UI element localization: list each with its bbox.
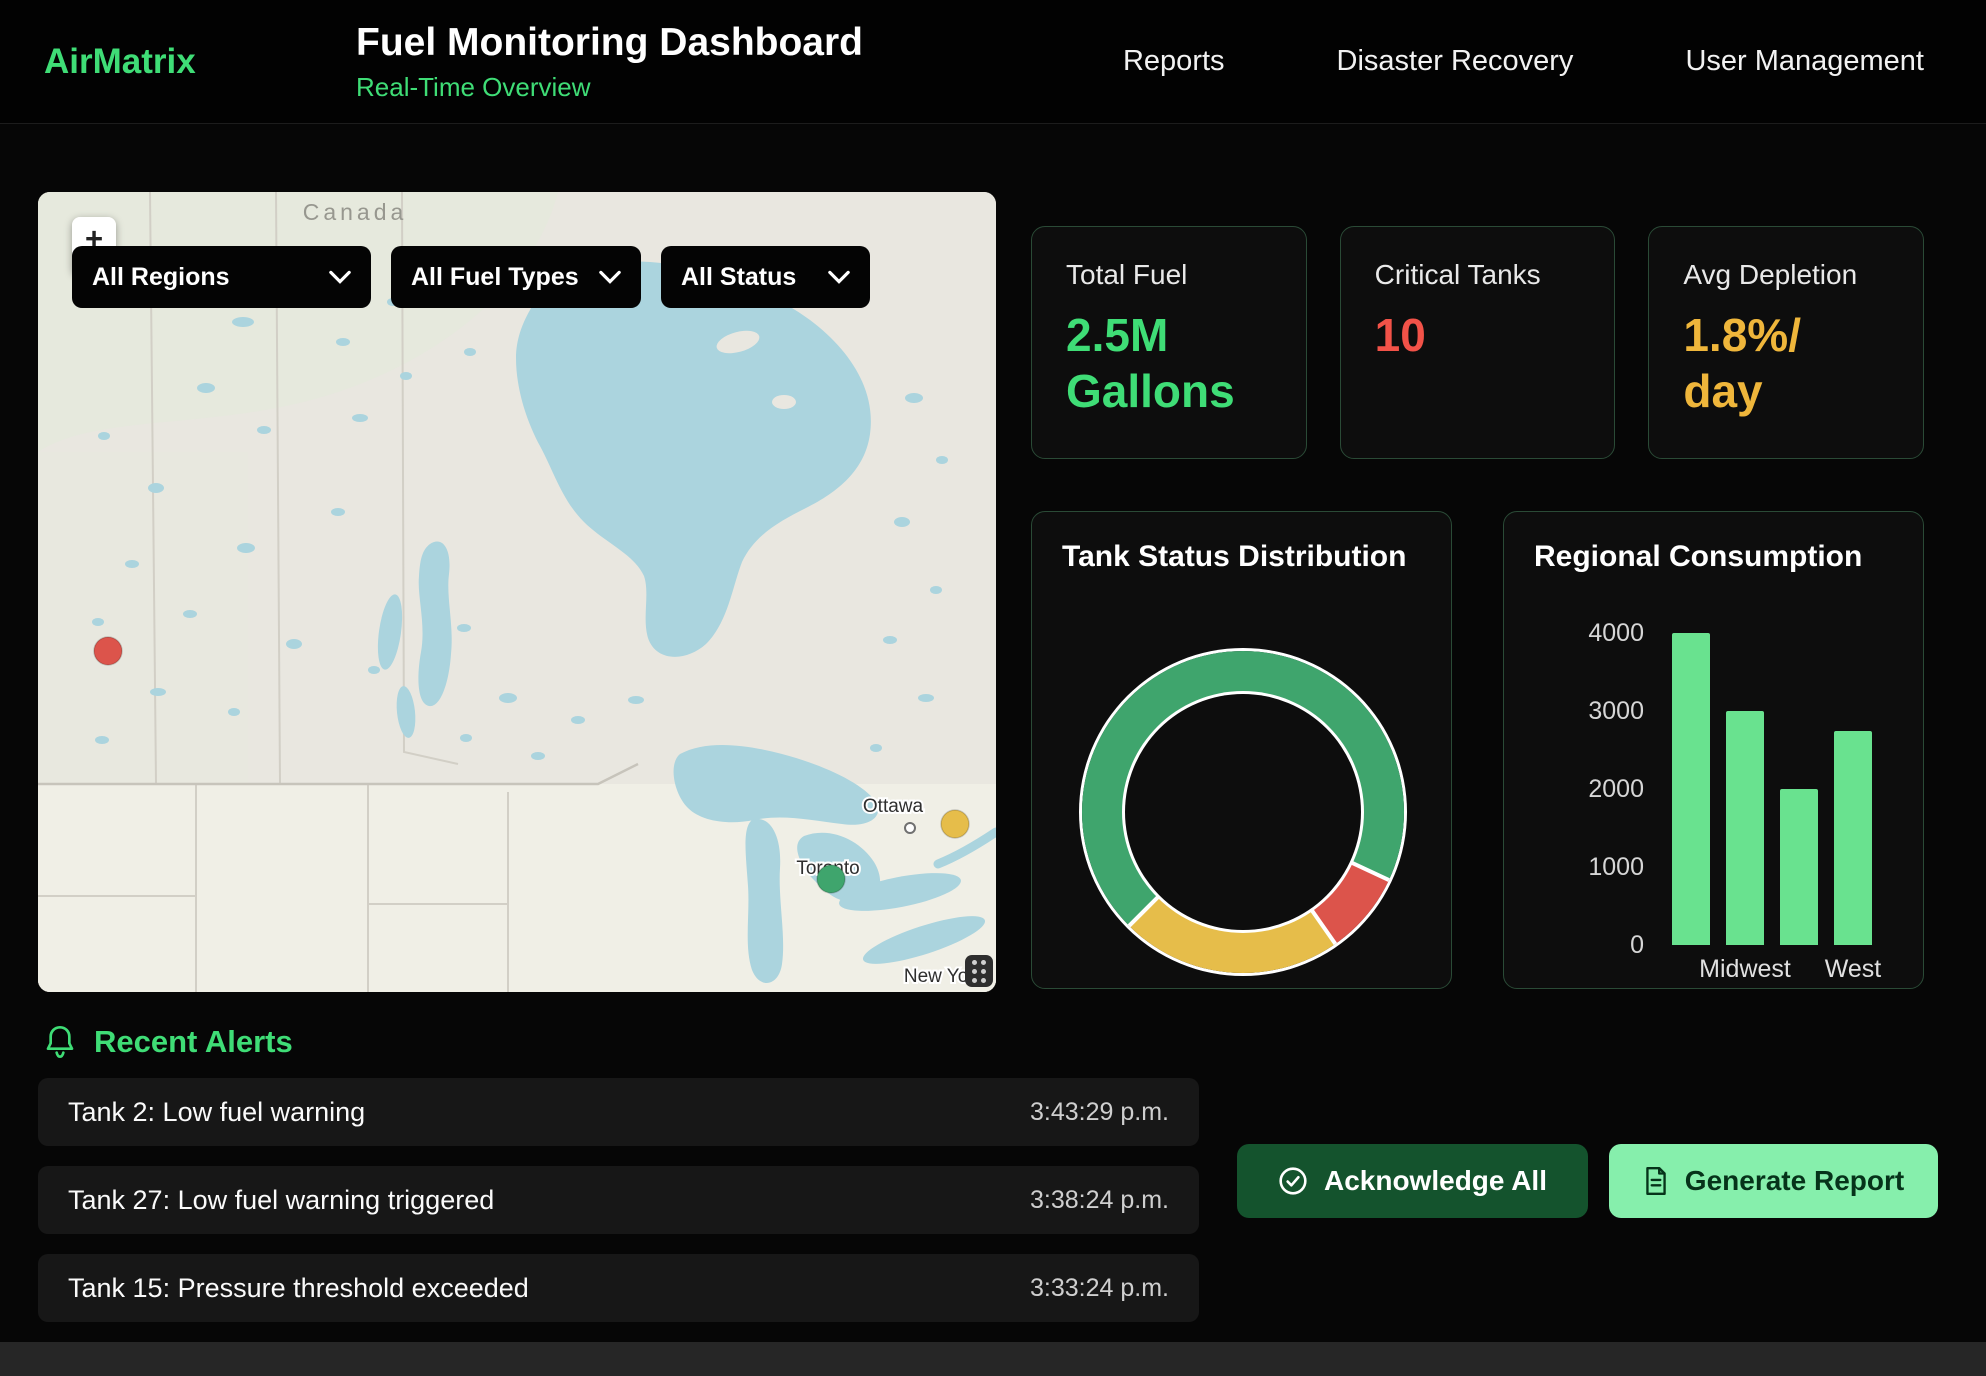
bar-plot: Midwest West: [1672, 633, 1872, 945]
bar-region-2: [1780, 633, 1818, 945]
stat-card-avg-depletion: Avg Depletion 1.8%/ day: [1648, 226, 1924, 459]
page-title: Fuel Monitoring Dashboard: [356, 21, 863, 65]
stat-card-total-fuel: Total Fuel 2.5M Gallons: [1031, 226, 1307, 459]
alerts-heading: Recent Alerts: [44, 1024, 293, 1060]
bar: [1726, 711, 1764, 945]
alert-item[interactable]: Tank 2: Low fuel warning 3:43:29 p.m.: [38, 1078, 1199, 1146]
nav-reports[interactable]: Reports: [1123, 45, 1225, 78]
bar-region-3: West: [1834, 633, 1872, 945]
map-filter-bar: All Regions All Fuel Types All Status: [72, 246, 870, 308]
region-filter-select[interactable]: All Regions: [72, 246, 371, 308]
stat-value-total-fuel: 2.5M Gallons: [1066, 307, 1272, 419]
bar: [1672, 633, 1710, 945]
charts-row: Tank Status Distribution Regional Consum…: [1031, 511, 1924, 989]
generate-report-button[interactable]: Generate Report: [1609, 1144, 1938, 1218]
stat-value-critical-tanks: 10: [1375, 307, 1581, 363]
map-label-country: Canada: [303, 199, 408, 225]
chevron-down-icon: [828, 270, 850, 284]
acknowledge-all-label: Acknowledge All: [1324, 1165, 1547, 1197]
footer-bar: [0, 1342, 1986, 1376]
acknowledge-all-button[interactable]: Acknowledge All: [1237, 1144, 1588, 1218]
page-subtitle: Real-Time Overview: [356, 72, 863, 103]
alert-item[interactable]: Tank 27: Low fuel warning triggered 3:38…: [38, 1166, 1199, 1234]
bar-region-1: Midwest: [1726, 633, 1764, 945]
stat-card-critical-tanks: Critical Tanks 10: [1340, 226, 1616, 459]
y-axis-tick: 1000: [1540, 853, 1644, 881]
resize-grip-icon[interactable]: [965, 955, 993, 987]
chevron-down-icon: [599, 270, 621, 284]
bar-y-axis: 40003000200010000: [1540, 633, 1644, 945]
ottawa-city-dot: [905, 823, 915, 833]
y-axis-tick: 2000: [1540, 775, 1644, 803]
alert-item[interactable]: Tank 15: Pressure threshold exceeded 3:3…: [38, 1254, 1199, 1322]
alerts-title: Recent Alerts: [94, 1024, 293, 1060]
region-filter-value: All Regions: [92, 263, 230, 292]
nav-disaster-recovery[interactable]: Disaster Recovery: [1337, 45, 1574, 78]
x-axis-label: Midwest: [1699, 955, 1791, 984]
title-block: Fuel Monitoring Dashboard Real-Time Over…: [356, 21, 863, 103]
document-icon: [1643, 1166, 1669, 1196]
bar-region-0: [1672, 633, 1710, 945]
map-canvas: Canada Ottawa Toronto New York: [38, 192, 996, 992]
stat-label: Total Fuel: [1066, 259, 1272, 291]
bar-chart-title: Regional Consumption: [1534, 540, 1893, 574]
alert-time: 3:43:29 p.m.: [1030, 1098, 1169, 1127]
tank-status-donut: [1082, 651, 1404, 973]
header: AirMatrix Fuel Monitoring Dashboard Real…: [0, 0, 1986, 124]
tank-marker-critical[interactable]: [94, 637, 122, 665]
alert-time: 3:38:24 p.m.: [1030, 1186, 1169, 1215]
donut-chart-title: Tank Status Distribution: [1062, 540, 1421, 574]
status-filter-select[interactable]: All Status: [661, 246, 870, 308]
y-axis-tick: 3000: [1540, 697, 1644, 725]
fuel-type-filter-value: All Fuel Types: [411, 263, 579, 292]
alert-text: Tank 27: Low fuel warning triggered: [68, 1185, 494, 1216]
stat-label: Critical Tanks: [1375, 259, 1581, 291]
tank-marker-warning[interactable]: [941, 810, 969, 838]
tank-status-card: Tank Status Distribution: [1031, 511, 1452, 989]
map-panel[interactable]: Canada Ottawa Toronto New York + All Reg…: [38, 192, 996, 992]
stat-label: Avg Depletion: [1683, 259, 1889, 291]
bar: [1780, 789, 1818, 945]
donut-hole: [1125, 694, 1361, 930]
y-axis-tick: 4000: [1540, 619, 1644, 647]
bar: [1834, 731, 1872, 946]
regional-consumption-card: Regional Consumption 4000 3000 2000 1000 0 M…: [1503, 511, 1924, 989]
stat-value-avg-depletion: 1.8%/ day: [1683, 307, 1889, 419]
y-axis-tick: 0: [1540, 931, 1644, 959]
check-circle-icon: [1278, 1166, 1308, 1196]
alert-text: Tank 15: Pressure threshold exceeded: [68, 1273, 529, 1304]
alert-text: Tank 2: Low fuel warning: [68, 1097, 365, 1128]
map-label-ottawa: Ottawa: [863, 796, 924, 817]
alert-time: 3:33:24 p.m.: [1030, 1274, 1169, 1303]
x-axis-label: West: [1825, 955, 1882, 984]
chevron-down-icon: [329, 270, 351, 284]
status-filter-value: All Status: [681, 263, 796, 292]
main-nav: Reports Disaster Recovery User Managemen…: [1123, 45, 1942, 78]
generate-report-label: Generate Report: [1685, 1165, 1904, 1197]
bell-icon: [44, 1024, 76, 1060]
brand-logo: AirMatrix: [44, 42, 356, 82]
nav-user-management[interactable]: User Management: [1685, 45, 1924, 78]
fuel-type-filter-select[interactable]: All Fuel Types: [391, 246, 641, 308]
tank-marker-normal[interactable]: [817, 865, 845, 893]
stats-row: Total Fuel 2.5M Gallons Critical Tanks 1…: [1031, 226, 1924, 459]
